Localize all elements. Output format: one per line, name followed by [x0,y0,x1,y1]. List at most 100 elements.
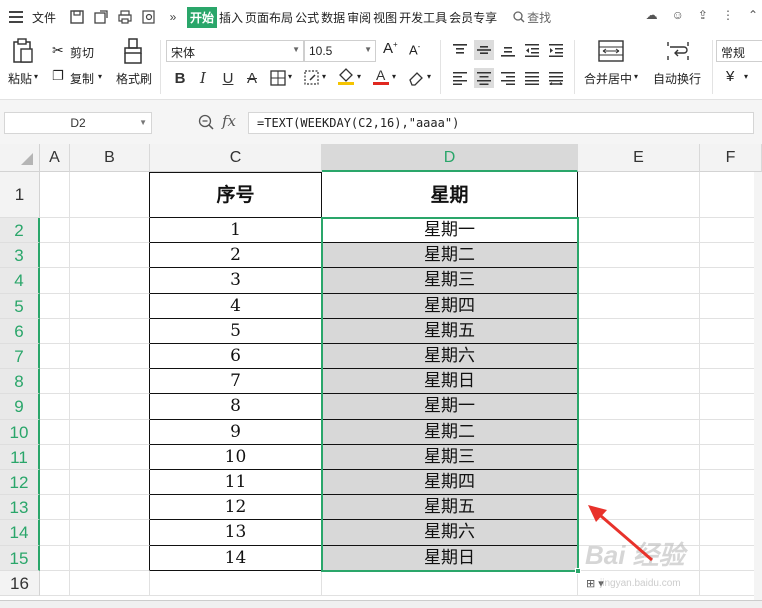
tab-data[interactable]: 数据 [321,9,345,26]
cell-c6[interactable]: 5 [150,318,322,344]
underline-icon[interactable]: U [218,68,238,88]
align-top-icon[interactable] [450,40,470,60]
borders-icon[interactable] [268,68,288,88]
cell-c8[interactable]: 7 [150,369,322,395]
cell-a15[interactable] [40,545,70,571]
justify-icon[interactable] [522,68,542,88]
cell-f3[interactable] [700,243,762,269]
cell-c3[interactable]: 2 [150,243,322,269]
cell-d8[interactable]: 星期日 [322,369,578,395]
row-header-12[interactable]: 12 [0,470,40,496]
cell-a5[interactable] [40,293,70,319]
vertical-scrollbar[interactable] [754,172,762,608]
cell-c7[interactable]: 6 [150,344,322,370]
cell-b13[interactable] [70,495,150,521]
cell-d10[interactable]: 星期二 [322,419,578,445]
cell-b9[interactable] [70,394,150,420]
column-header-a[interactable]: A [40,144,70,172]
font-color-dropdown-icon[interactable]: ▾ [392,72,396,81]
cell-e10[interactable] [578,419,700,445]
number-format-select[interactable]: 常规 [716,40,762,62]
copy-dropdown-icon[interactable]: ▾ [98,72,102,81]
strikethrough-icon[interactable]: A [242,68,262,88]
cell-e6[interactable] [578,318,700,344]
cell-c16[interactable] [150,570,322,596]
increase-font-icon[interactable]: A+ [383,40,398,57]
cell-c13[interactable]: 12 [150,495,322,521]
collapse-icon[interactable]: ⌃ [748,8,758,22]
cell-f1[interactable] [700,172,762,218]
cell-a6[interactable] [40,318,70,344]
cell-a10[interactable] [40,419,70,445]
paste-button[interactable]: 粘贴 [8,70,32,87]
menu-icon[interactable] [8,9,24,25]
cell-a7[interactable] [40,344,70,370]
cell-a2[interactable] [40,218,70,244]
cell-b8[interactable] [70,369,150,395]
row-header-10[interactable]: 10 [0,419,40,445]
cell-c9[interactable]: 8 [150,394,322,420]
tab-page-layout[interactable]: 页面布局 [245,9,293,26]
zoom-icon[interactable] [198,114,214,133]
clear-format-icon[interactable] [406,68,426,88]
row-header-2[interactable]: 2 [0,218,40,244]
align-center-icon[interactable] [474,68,494,88]
align-middle-icon[interactable] [474,40,494,60]
more-chevron-icon[interactable]: » [165,9,181,25]
cloud-icon[interactable]: ☁ [646,8,658,22]
fill-style-dropdown-icon[interactable]: ▾ [322,72,326,81]
cell-d4[interactable]: 星期三 [322,268,578,294]
cell-f13[interactable] [700,495,762,521]
cell-f4[interactable] [700,268,762,294]
print-preview-icon[interactable] [141,9,157,25]
share-icon[interactable]: ⇪ [698,8,708,22]
copy-button[interactable]: 复制 [70,70,94,87]
cell-e8[interactable] [578,369,700,395]
cell-e1[interactable] [578,172,700,218]
row-header-4[interactable]: 4 [0,268,40,294]
cell-d15[interactable]: 星期日 [322,545,578,571]
row-header-6[interactable]: 6 [0,318,40,344]
tab-insert[interactable]: 插入 [219,9,243,26]
paste-dropdown-icon[interactable]: ▾ [34,72,38,81]
row-header-16[interactable]: 16 [0,570,40,596]
cell-d7[interactable]: 星期六 [322,344,578,370]
cell-f11[interactable] [700,444,762,470]
user-icon[interactable]: ☺ [672,8,684,22]
function-icon[interactable]: fx [222,112,236,130]
currency-button[interactable]: ¥ [726,68,734,85]
export-icon[interactable] [93,9,109,25]
cell-f7[interactable] [700,344,762,370]
cell-e12[interactable] [578,470,700,496]
cell-b1[interactable] [70,172,150,218]
tab-developer[interactable]: 开发工具 [399,9,447,26]
cell-c5[interactable]: 4 [150,293,322,319]
column-header-b[interactable]: B [70,144,150,172]
font-name-select[interactable]: 宋体 ▼ [166,40,304,62]
cell-f16[interactable] [700,570,762,596]
cell-b12[interactable] [70,470,150,496]
paste-icon[interactable] [12,38,34,67]
cell-e11[interactable] [578,444,700,470]
cell-c11[interactable]: 10 [150,444,322,470]
cell-a11[interactable] [40,444,70,470]
cell-b10[interactable] [70,419,150,445]
fill-style-icon[interactable] [302,68,322,88]
cell-f8[interactable] [700,369,762,395]
more-icon[interactable]: ⋮ [722,8,734,22]
tab-view[interactable]: 视图 [373,9,397,26]
cell-f2[interactable] [700,218,762,244]
tab-member[interactable]: 会员专享 [449,9,497,26]
tab-review[interactable]: 审阅 [347,9,371,26]
align-bottom-icon[interactable] [498,40,518,60]
format-painter-button[interactable]: 格式刷 [116,70,152,87]
row-header-11[interactable]: 11 [0,444,40,470]
column-header-f[interactable]: F [700,144,762,172]
print-icon[interactable] [117,9,133,25]
cell-d12[interactable]: 星期四 [322,470,578,496]
bold-icon[interactable]: B [170,68,190,88]
font-size-select[interactable]: 10.5 ▼ [304,40,376,62]
cell-c10[interactable]: 9 [150,419,322,445]
cell-e5[interactable] [578,293,700,319]
cell-b4[interactable] [70,268,150,294]
